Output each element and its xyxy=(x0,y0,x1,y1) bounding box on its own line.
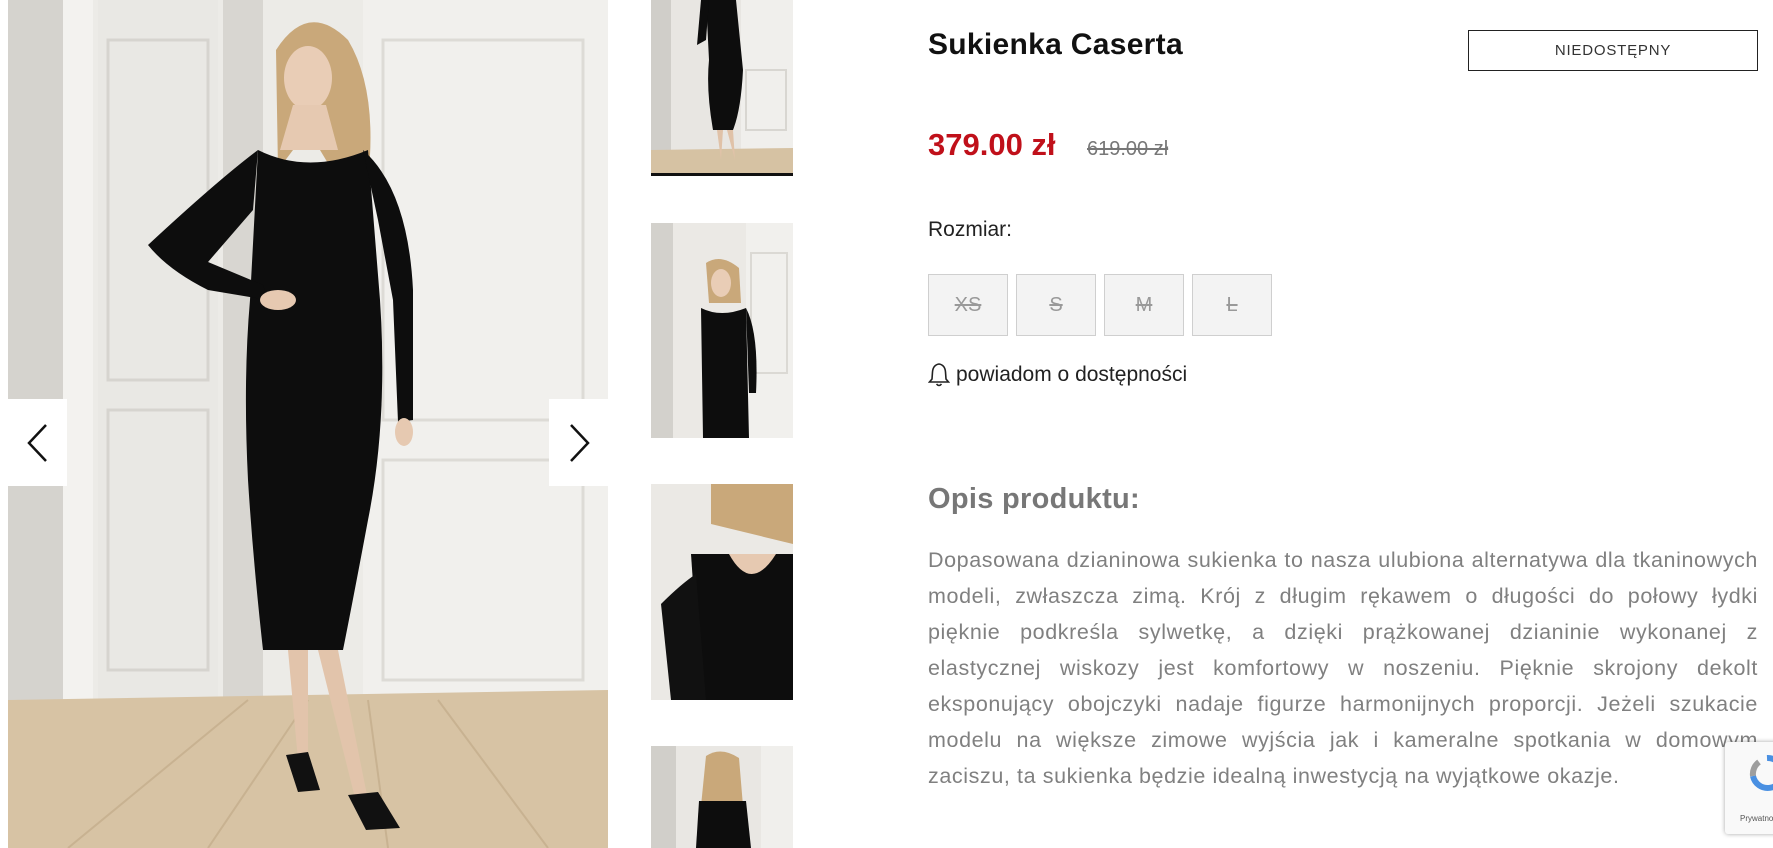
size-option-s[interactable]: S xyxy=(1016,274,1096,336)
size-option-m[interactable]: M xyxy=(1104,274,1184,336)
product-description: Dopasowana dzianinowa sukienka to nasza … xyxy=(928,548,1758,788)
recaptcha-badge[interactable]: Prywatność xyxy=(1725,742,1773,834)
gallery-prev-button[interactable] xyxy=(8,399,67,486)
bell-icon xyxy=(928,363,950,387)
chevron-left-icon xyxy=(26,423,47,462)
product-title: Sukienka Caserta xyxy=(928,28,1183,61)
thumbnail-2[interactable] xyxy=(651,223,793,438)
notify-availability-link[interactable]: powiadom o dostępności xyxy=(928,362,1187,388)
old-price: 619.00 zł xyxy=(1087,138,1169,160)
size-option-xs[interactable]: XS xyxy=(928,274,1008,336)
notify-label: powiadom o dostępności xyxy=(956,363,1188,386)
chevron-right-icon xyxy=(569,423,590,462)
availability-badge: NIEDOSTĘPNY xyxy=(1468,30,1758,71)
gallery-next-button[interactable] xyxy=(549,399,608,486)
size-option-l[interactable]: L xyxy=(1192,274,1272,336)
size-selector: XS S M L xyxy=(928,274,1272,336)
thumbnail-3[interactable] xyxy=(651,484,793,700)
main-product-image[interactable] xyxy=(8,0,608,848)
description-heading: Opis produktu: xyxy=(928,483,1141,515)
size-label: Rozmiar: xyxy=(928,218,1013,241)
thumbnail-1[interactable] xyxy=(651,0,793,176)
thumbnail-4[interactable] xyxy=(651,746,793,848)
recaptcha-privacy-link[interactable]: Prywatność xyxy=(1740,814,1773,823)
recaptcha-icon xyxy=(1749,754,1773,791)
current-price: 379.00 zł xyxy=(928,127,1056,162)
